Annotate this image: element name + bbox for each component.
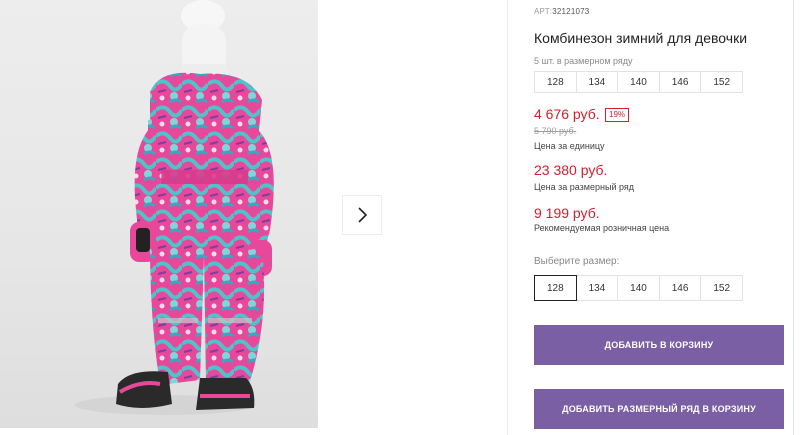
row-price-label: Цена за размерный ряд bbox=[534, 182, 635, 192]
size-selector: 128 134 140 146 152 bbox=[534, 275, 743, 301]
unit-price: 4 676 руб. bbox=[534, 106, 600, 122]
pack-sizes-row: 128 134 140 146 152 bbox=[534, 71, 743, 93]
recommended-price-label: Рекомендуемая розничная цена bbox=[534, 223, 670, 233]
size-select-label: Выберите размер: bbox=[534, 256, 620, 267]
size-option-134[interactable]: 134 bbox=[575, 275, 619, 301]
discount-badge: 19% bbox=[605, 108, 630, 122]
size-option-140[interactable]: 140 bbox=[617, 275, 660, 301]
size-option-146[interactable]: 146 bbox=[658, 275, 702, 301]
pack-size-cell: 140 bbox=[617, 71, 660, 93]
pack-size-cell: 128 bbox=[534, 71, 577, 93]
scroll-edge bbox=[793, 0, 794, 435]
pack-size-cell: 152 bbox=[700, 71, 743, 93]
old-price: 5 790 руб. bbox=[534, 126, 577, 136]
row-price: 23 380 руб. bbox=[534, 162, 608, 178]
gallery-next-button[interactable] bbox=[342, 195, 382, 235]
add-to-cart-button[interactable]: ДОБАВИТЬ В КОРЗИНУ bbox=[534, 325, 784, 365]
size-option-152[interactable]: 152 bbox=[700, 275, 743, 301]
product-photo bbox=[0, 0, 318, 428]
article-number: АРТ:32121073 bbox=[534, 7, 589, 16]
product-title: Комбинезон зимний для девочки bbox=[534, 30, 748, 46]
pack-size-cell: 146 bbox=[658, 71, 702, 93]
unit-price-label: Цена за единицу bbox=[534, 141, 605, 151]
article-code: 32121073 bbox=[552, 7, 590, 16]
pack-hint: 5 шт. в размерном ряду bbox=[534, 56, 633, 66]
add-size-row-to-cart-button[interactable]: ДОБАВИТЬ РАЗМЕРНЫЙ РЯД В КОРЗИНУ bbox=[534, 389, 784, 429]
product-page: АРТ:32121073 Комбинезон зимний для девоч… bbox=[0, 0, 800, 435]
recommended-price: 9 199 руб. bbox=[534, 205, 600, 221]
size-option-128[interactable]: 128 bbox=[534, 275, 577, 301]
chevron-right-icon bbox=[358, 207, 368, 223]
article-prefix: АРТ: bbox=[534, 7, 553, 16]
snowsuit-image bbox=[75, 0, 274, 415]
pack-size-cell: 134 bbox=[575, 71, 619, 93]
product-gallery bbox=[0, 0, 507, 435]
panel-divider bbox=[507, 0, 508, 435]
